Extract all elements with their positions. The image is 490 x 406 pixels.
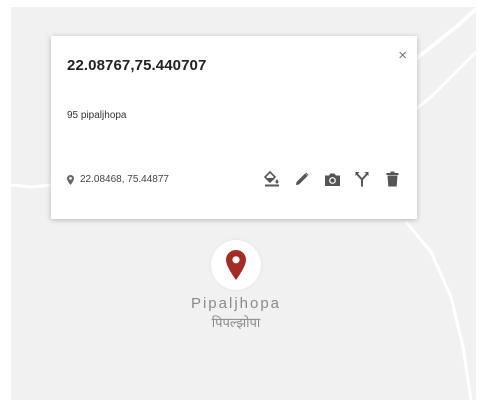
directions-button[interactable] (353, 170, 371, 188)
popup-description: 95 pipaljhopa (67, 110, 127, 121)
location-popup: 22.08767,75.440707 × 95 pipaljhopa 22.08… (51, 36, 417, 219)
add-photo-button[interactable] (323, 170, 341, 188)
place-label-devanagari: पिपल्झोपा (211, 315, 261, 330)
directions-icon (355, 172, 369, 187)
map-marker[interactable] (211, 240, 261, 290)
location-pin-icon (67, 174, 74, 185)
style-button[interactable] (263, 170, 281, 188)
coordinates-text: 22.08468, 75.44877 (80, 174, 169, 185)
edit-button[interactable] (293, 170, 311, 188)
trash-icon (386, 171, 398, 187)
close-button[interactable]: × (398, 48, 407, 63)
map-pin-icon (226, 250, 246, 280)
delete-button[interactable] (383, 170, 401, 188)
place-label: Pipaljhopa (190, 295, 282, 312)
coordinates-row: 22.08468, 75.44877 (67, 174, 169, 185)
popup-actions (263, 170, 401, 188)
popup-title: 22.08767,75.440707 (67, 57, 207, 74)
camera-icon (324, 173, 340, 186)
map-view[interactable]: 22.08767,75.440707 × 95 pipaljhopa 22.08… (11, 7, 476, 400)
pencil-icon (296, 172, 309, 185)
paint-bucket-icon (264, 171, 279, 187)
